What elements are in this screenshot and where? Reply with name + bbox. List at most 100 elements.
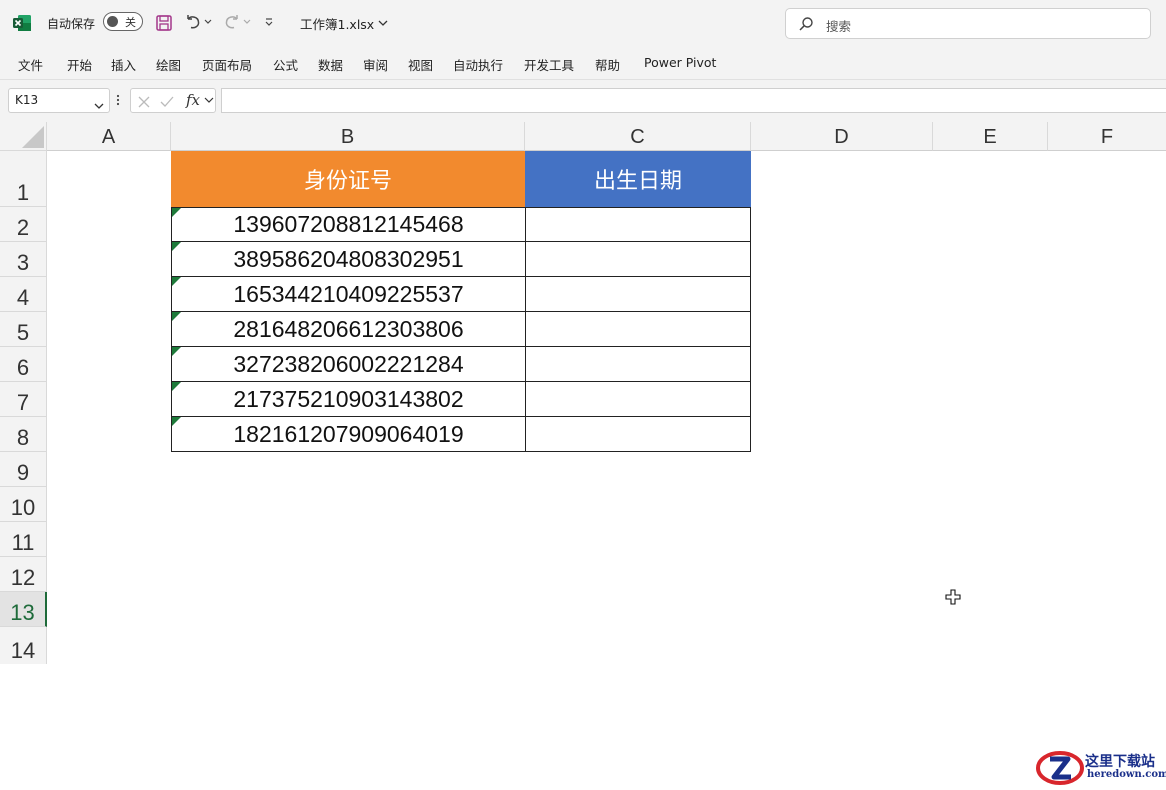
search-icon (798, 16, 814, 36)
column-header-d[interactable]: D (751, 122, 933, 151)
enter-check-icon[interactable] (159, 94, 175, 113)
insert-function-icon[interactable]: fx (185, 90, 215, 114)
id-cell[interactable]: 139607208812145468 (171, 207, 525, 242)
watermark-url: heredown.com (1087, 769, 1166, 780)
autosave-toggle[interactable]: 关 (103, 12, 143, 31)
column-header-e[interactable]: E (933, 122, 1048, 151)
chevron-down-icon (378, 20, 388, 26)
row-header-1[interactable]: 1 (0, 151, 47, 207)
id-value: 217375210903143802 (233, 385, 464, 412)
row-header-4[interactable]: 4 (0, 277, 47, 312)
error-indicator-icon (172, 382, 181, 391)
id-cell[interactable]: 389586204808302951 (171, 242, 525, 277)
more-options-icon[interactable] (115, 92, 121, 108)
chevron-down-icon[interactable] (94, 95, 104, 114)
id-value: 165344210409225537 (233, 280, 464, 307)
id-value: 327238206002221284 (233, 350, 464, 377)
birth-date-cell[interactable] (525, 277, 751, 312)
svg-text:fx: fx (185, 91, 201, 109)
row-header-13[interactable]: 13 (0, 592, 47, 627)
row-header-12[interactable]: 12 (0, 557, 47, 592)
workbook-title[interactable]: 工作簿1.xlsx (300, 14, 388, 33)
redo-dropdown-chevron-icon[interactable] (242, 15, 252, 29)
tab-home[interactable]: 开始 (67, 55, 92, 74)
undo-icon[interactable] (183, 12, 203, 32)
error-indicator-icon (172, 417, 181, 426)
row-header-10[interactable]: 10 (0, 487, 47, 522)
row-header-14[interactable]: 14 (0, 627, 47, 664)
id-cell[interactable]: 182161207909064019 (171, 417, 525, 452)
error-indicator-icon (172, 208, 181, 217)
excel-logo-icon (12, 13, 32, 33)
toggle-knob (107, 16, 118, 27)
cell-cursor-icon (945, 589, 961, 605)
tab-formulas[interactable]: 公式 (273, 55, 298, 74)
error-indicator-icon (172, 277, 181, 286)
error-indicator-icon (172, 347, 181, 356)
tab-automate[interactable]: 自动执行 (453, 55, 503, 74)
row-header-2[interactable]: 2 (0, 207, 47, 242)
birth-date-cell[interactable] (525, 417, 751, 452)
row-header-8[interactable]: 8 (0, 417, 47, 452)
ribbon-tabs: 文件 开始 插入 绘图 页面布局 公式 数据 审阅 视图 自动执行 开发工具 帮… (0, 46, 1166, 80)
row-header-3[interactable]: 3 (0, 242, 47, 277)
birth-date-cell[interactable] (525, 207, 751, 242)
tab-developer[interactable]: 开发工具 (524, 55, 574, 74)
tab-power-pivot[interactable]: Power Pivot (644, 55, 716, 70)
worksheet-grid[interactable]: A B C D E F 1 2 3 4 5 6 7 8 9 10 11 12 1… (0, 122, 1166, 785)
watermark-logo-icon (1036, 751, 1084, 785)
select-all-corner[interactable] (0, 122, 47, 151)
formula-bar: K13 fx (0, 80, 1166, 122)
row-header-9[interactable]: 9 (0, 452, 47, 487)
tab-help[interactable]: 帮助 (595, 55, 620, 74)
search-box[interactable]: 搜索 (785, 8, 1151, 39)
row-header-6[interactable]: 6 (0, 347, 47, 382)
search-placeholder: 搜索 (826, 19, 852, 34)
birth-date-cell[interactable] (525, 347, 751, 382)
header-cell-id-number[interactable]: 身份证号 (171, 151, 525, 207)
tab-data[interactable]: 数据 (318, 55, 343, 74)
row-header-5[interactable]: 5 (0, 312, 47, 347)
row-header-11[interactable]: 11 (0, 522, 47, 557)
tab-file[interactable]: 文件 (18, 55, 43, 74)
error-indicator-icon (172, 312, 181, 321)
cancel-icon[interactable] (137, 94, 151, 113)
tab-page-layout[interactable]: 页面布局 (202, 55, 252, 74)
column-header-c[interactable]: C (525, 122, 751, 151)
id-cell[interactable]: 281648206612303806 (171, 312, 525, 347)
id-cell[interactable]: 217375210903143802 (171, 382, 525, 417)
id-value: 182161207909064019 (233, 420, 464, 447)
row-header-7[interactable]: 7 (0, 382, 47, 417)
title-bar: 自动保存 关 工作簿1.xlsx 搜索 (0, 0, 1166, 46)
birth-date-cell[interactable] (525, 312, 751, 347)
workbook-name: 工作簿1.xlsx (300, 17, 375, 32)
error-indicator-icon (172, 242, 181, 251)
save-icon[interactable] (154, 13, 174, 33)
column-header-a[interactable]: A (47, 122, 171, 151)
watermark-text: 这里下载站 (1085, 754, 1155, 770)
formula-input[interactable] (221, 88, 1166, 113)
column-header-b[interactable]: B (171, 122, 525, 151)
id-value: 281648206612303806 (233, 315, 464, 342)
redo-icon[interactable] (222, 12, 242, 32)
id-cell[interactable]: 327238206002221284 (171, 347, 525, 382)
name-box[interactable]: K13 (8, 88, 110, 113)
tab-review[interactable]: 审阅 (363, 55, 388, 74)
id-cell[interactable]: 165344210409225537 (171, 277, 525, 312)
undo-dropdown-chevron-icon[interactable] (203, 15, 213, 29)
birth-date-cell[interactable] (525, 382, 751, 417)
formula-buttons: fx (130, 88, 216, 113)
id-value: 139607208812145468 (233, 211, 464, 237)
id-value: 389586204808302951 (233, 245, 464, 272)
autosave-label: 自动保存 (47, 17, 96, 31)
tab-view[interactable]: 视图 (408, 55, 433, 74)
column-header-f[interactable]: F (1048, 122, 1166, 151)
autosave-state: 关 (125, 16, 136, 29)
tab-draw[interactable]: 绘图 (156, 55, 181, 74)
customize-toolbar-icon[interactable] (262, 14, 276, 30)
birth-date-cell[interactable] (525, 242, 751, 277)
name-box-value: K13 (15, 93, 39, 107)
header-cell-birth-date[interactable]: 出生日期 (525, 151, 751, 207)
tab-insert[interactable]: 插入 (111, 55, 136, 74)
watermark: 这里下载站 heredown.com (1035, 747, 1166, 786)
